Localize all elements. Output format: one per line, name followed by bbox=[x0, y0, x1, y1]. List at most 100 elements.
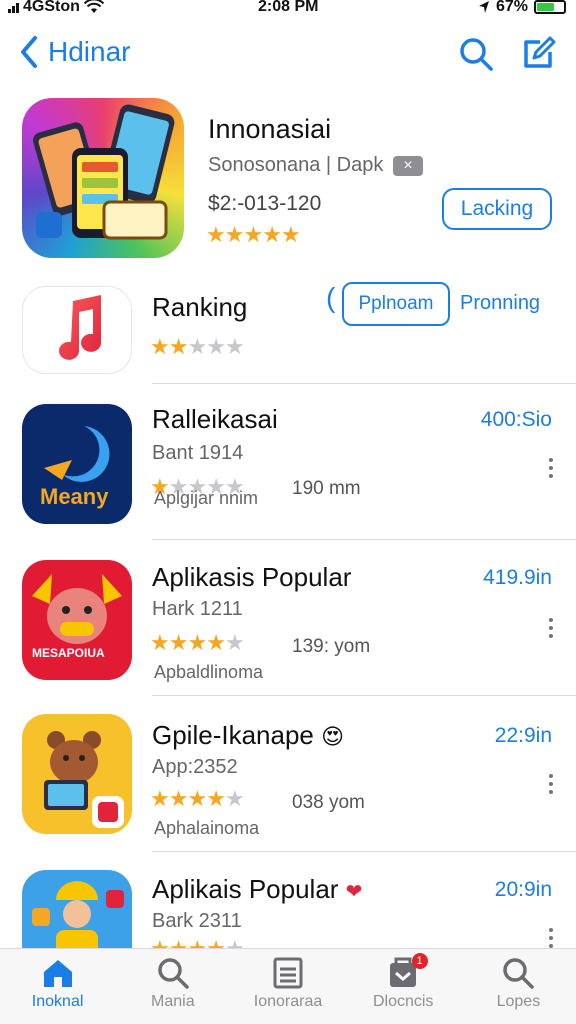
rating-count: 038 yom bbox=[292, 792, 365, 813]
star-filled-icon: ★ bbox=[224, 222, 245, 247]
search-button[interactable] bbox=[458, 36, 494, 72]
more-button[interactable] bbox=[546, 618, 556, 644]
rating-count: 190 mm bbox=[292, 478, 361, 499]
list-item[interactable]: Meany Ralleikasai Bant 1914 ★★★★★ 190 mm… bbox=[0, 384, 576, 540]
list-item[interactable]: Gpile-Ikanape 😍 App:2352 ★★★★★ 038 yom A… bbox=[0, 696, 576, 852]
nav-bar: Hdinar bbox=[0, 28, 576, 80]
star-rating: ★★★★★ bbox=[206, 222, 301, 247]
app-category: Aphalainoma bbox=[154, 818, 260, 838]
star-filled-icon: ★ bbox=[150, 786, 170, 811]
app-icon bbox=[22, 714, 132, 834]
carrier-group: 4GSton bbox=[8, 0, 104, 16]
featured-app-subtitle-row: Sonosonana | Dapk × bbox=[208, 154, 423, 177]
app-icon-text: Meany bbox=[40, 484, 109, 509]
carrier-label: 4GSton bbox=[23, 0, 80, 15]
app-title: Ralleikasai bbox=[152, 404, 278, 434]
star-filled-icon: ★ bbox=[168, 630, 189, 655]
star-empty-icon: ★ bbox=[224, 786, 245, 811]
app-title-text: Aplikais Popular bbox=[152, 874, 339, 904]
tab-dlocncis[interactable]: 1 Dlocncis bbox=[346, 949, 461, 1024]
more-button[interactable] bbox=[546, 774, 556, 800]
search-icon bbox=[460, 38, 493, 71]
star-empty-icon: ★ bbox=[224, 630, 245, 655]
ranking-pill-button[interactable]: Pplnoam bbox=[342, 282, 450, 326]
featured-app-meta: $2:-013-120 bbox=[208, 192, 322, 215]
back-button[interactable]: Hdinar bbox=[20, 36, 130, 68]
star-filled-icon: ★ bbox=[187, 786, 207, 811]
search-icon bbox=[158, 958, 189, 989]
star-filled-icon: ★ bbox=[168, 786, 189, 811]
wifi-icon bbox=[83, 0, 104, 13]
price-button[interactable]: 20:9in bbox=[495, 878, 552, 902]
app-subtitle: App:2352 bbox=[152, 756, 238, 778]
chevron-open-icon: ( bbox=[326, 282, 336, 313]
price-button[interactable]: 419.9in bbox=[483, 566, 552, 590]
star-empty-icon: ★ bbox=[225, 936, 245, 949]
price-button[interactable]: 22:9in bbox=[495, 724, 552, 748]
app-title-text: Gpile-Ikanape bbox=[152, 720, 314, 750]
star-filled-icon: ★ bbox=[206, 630, 226, 655]
featured-app-title: Innonasiai bbox=[208, 114, 332, 144]
more-button[interactable] bbox=[546, 458, 556, 484]
featured-action-button[interactable]: Lacking bbox=[442, 188, 552, 230]
star-empty-icon: ★ bbox=[187, 334, 207, 359]
tab-mania[interactable]: Mania bbox=[115, 949, 230, 1024]
tab-inoknal[interactable]: Inoknal bbox=[0, 949, 115, 1024]
star-rating: ★★★★★ bbox=[150, 936, 245, 949]
star-filled-icon: ★ bbox=[150, 630, 170, 655]
ranking-row[interactable]: Ranking ★★★★★ ( Pplnoam Pronning bbox=[0, 282, 576, 384]
more-button[interactable] bbox=[546, 928, 556, 948]
compose-icon bbox=[524, 36, 556, 68]
compose-button[interactable] bbox=[520, 36, 556, 72]
close-chip[interactable]: × bbox=[393, 155, 423, 176]
app-icon: MESAPOIUA bbox=[22, 560, 132, 680]
tab-lopes[interactable]: Lopes bbox=[461, 949, 576, 1024]
star-filled-icon: ★ bbox=[168, 334, 189, 359]
star-filled-icon: ★ bbox=[206, 786, 226, 811]
star-filled-icon: ★ bbox=[243, 222, 263, 247]
list-item[interactable]: MESAPOIUA Aplikasis Popular Hark 1211 ★★… bbox=[0, 540, 576, 696]
featured-app-subtitle: Sonosonana | Dapk bbox=[208, 154, 384, 176]
app-subtitle: Bant 1914 bbox=[152, 442, 244, 464]
location-icon bbox=[478, 1, 489, 13]
star-filled-icon: ★ bbox=[206, 936, 226, 949]
app-category: Apbaldlinoma bbox=[154, 662, 264, 682]
star-filled-icon: ★ bbox=[262, 222, 282, 247]
battery-level bbox=[537, 3, 555, 11]
heart-icon: ❤ bbox=[345, 881, 363, 903]
search-icon bbox=[503, 958, 535, 989]
back-label: Hdinar bbox=[48, 36, 131, 67]
bear-illustration bbox=[32, 574, 122, 644]
status-bar: 4GSton 2:08 PM 67% bbox=[0, 0, 576, 18]
star-filled-icon: ★ bbox=[150, 936, 170, 949]
app-subtitle: Hark 1211 bbox=[152, 598, 243, 620]
phones-illustration bbox=[33, 104, 175, 240]
star-filled-icon: ★ bbox=[187, 936, 207, 949]
list-icon bbox=[273, 957, 303, 989]
star-empty-icon: ★ bbox=[224, 334, 245, 359]
price-button[interactable]: 400:Sio bbox=[481, 408, 552, 432]
status-right: 67% bbox=[478, 0, 566, 16]
status-time: 2:08 PM bbox=[258, 0, 319, 15]
star-filled-icon: ★ bbox=[206, 222, 226, 247]
rating-count: 139: yom bbox=[292, 636, 371, 657]
chevron-left-icon bbox=[21, 36, 37, 68]
app-icon-text: MESAPOIUA bbox=[32, 646, 105, 660]
star-rating: ★★★★★ bbox=[150, 630, 245, 655]
bear-illustration bbox=[44, 731, 124, 828]
tab-label: Mania bbox=[151, 993, 195, 1010]
app-title: Gpile-Ikanape 😍 bbox=[152, 720, 344, 751]
list-item[interactable]: Aplikais Popular ❤ Bark 2311 ★★★★★ 20:9i… bbox=[0, 852, 576, 948]
tab-label: Inoknal bbox=[31, 993, 84, 1010]
home-icon bbox=[43, 960, 72, 987]
app-title: Aplikais Popular ❤ bbox=[152, 874, 362, 905]
ranking-link[interactable]: Pronning bbox=[460, 292, 540, 315]
music-note-icon bbox=[59, 295, 101, 360]
app-category: Aplgijar nnim bbox=[154, 488, 259, 508]
tab-label: Lopes bbox=[496, 993, 541, 1010]
tab-bar: Inoknal Mania Ionoraraa 1 Dlocncis Lopes bbox=[0, 948, 576, 1024]
star-filled-icon: ★ bbox=[169, 936, 189, 949]
app-icon: Meany bbox=[22, 404, 132, 524]
featured-app[interactable]: Innonasiai Sonosonana | Dapk × $2:-013-1… bbox=[0, 96, 576, 262]
tab-ionoraraa[interactable]: Ionoraraa bbox=[230, 949, 345, 1024]
